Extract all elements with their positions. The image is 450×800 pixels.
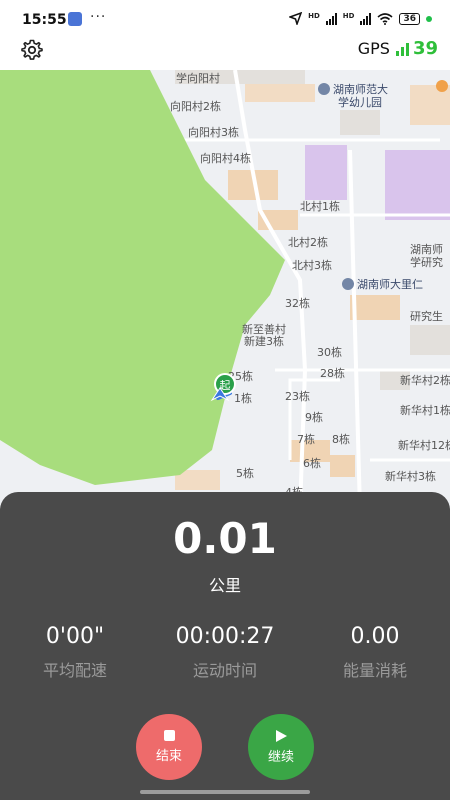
stat-energy-label: 能量消耗 [342,661,407,680]
navigation-arrow-icon [289,12,303,25]
map-label: 23栋 [285,390,310,403]
map-label: 新华村1栋 [400,404,450,417]
stat-pace-value: 0'00" [45,624,105,649]
stop-button-label: 结束 [155,749,182,764]
map-label: 6栋 [303,457,321,470]
charging-dot [426,15,432,22]
status-bar: 15:55 ··· HD HD 36 [0,0,450,34]
map-label: 向阳村4栋 [200,152,251,165]
home-indicator[interactable] [140,790,310,794]
stat-energy: 0.00 能量消耗 [300,624,450,681]
stat-energy-value: 0.00 [350,624,400,649]
gps-label: GPS [357,39,390,58]
continue-button-label: 继续 [267,750,294,765]
stop-button[interactable]: 结束 [136,714,202,780]
workout-panel: 0.01 公里 0'00" 平均配速 00:00:27 运动时间 0.00 能量… [0,492,450,800]
gps-satellite-count: 39 [412,38,438,59]
map-label: 新华村12栋 [398,439,450,452]
poi-kindergarten-line-1: 湖南师范大 [333,83,388,96]
map-label: 1栋 [234,392,252,405]
poi-hotel-label: 湖南师大里仁 [357,278,423,291]
map-label: 新华村3栋 [385,470,436,483]
signal-2-icon [360,12,372,25]
map-label: 北村1栋 [300,200,340,213]
poi-food-icon[interactable] [436,80,448,92]
poi-kindergarten-icon [318,83,330,95]
app-icon [68,12,82,26]
distance-unit: 公里 [208,576,241,595]
map-label: 北村3栋 [292,259,332,272]
stop-icon [163,730,175,741]
status-time: 15:55 [22,12,67,28]
map-label: 北村2栋 [288,236,328,249]
stat-pace: 0'00" 平均配速 [0,624,150,681]
map-label: 向阳村2栋 [170,100,221,113]
poi-hotel-icon [342,278,354,290]
current-location-icon [210,387,230,402]
map-label: 9栋 [305,411,323,424]
stat-pace-label: 平均配速 [42,661,107,680]
continue-button[interactable]: 继续 [248,714,314,780]
poi-kindergarten[interactable]: 湖南师范大 学幼儿园 [318,83,388,109]
poi-hotel[interactable]: 湖南师大里仁 [342,278,423,291]
map-view[interactable]: 湖南师范大 学幼儿园 湖南师大里仁 学向阳村 向阳村2栋 向阳村3栋 向阳村4栋… [0,70,450,510]
gps-signal-icon [395,42,409,56]
gear-icon[interactable] [20,38,44,62]
status-right-icons: HD HD 36 [289,12,432,25]
gps-indicator: GPS 39 [358,38,438,59]
map-label: 30栋 [317,346,342,359]
map-label: 8栋 [332,433,350,446]
network-hd-1: HD [308,12,320,20]
stat-time: 00:00:27 运动时间 [150,624,300,681]
map-label: 新华村2栋 [400,374,450,387]
map-label: 7栋 [297,433,315,446]
map-label: 研究生 [410,310,443,323]
stat-time-label: 运动时间 [192,661,257,680]
wifi-icon [377,12,393,25]
distance-value: 0.01 [173,514,277,563]
poi-kindergarten-line-2: 学幼儿园 [338,96,382,109]
battery-indicator: 36 [399,12,420,25]
status-more: ··· [90,9,107,25]
network-hd-2: HD [342,12,355,20]
map-label: 32栋 [285,297,310,310]
stat-time-value: 00:00:27 [175,624,275,649]
map-label: 5栋 [236,467,254,480]
play-icon [275,730,287,742]
map-label: 向阳村3栋 [188,126,239,139]
map-label: 学研究 [410,256,443,269]
signal-1-icon [325,12,337,25]
map-label: 学向阳村 [176,72,220,85]
top-bar: GPS 39 [0,34,450,70]
map-label: 28栋 [320,367,345,380]
map-label: 新建3栋 [244,335,284,348]
